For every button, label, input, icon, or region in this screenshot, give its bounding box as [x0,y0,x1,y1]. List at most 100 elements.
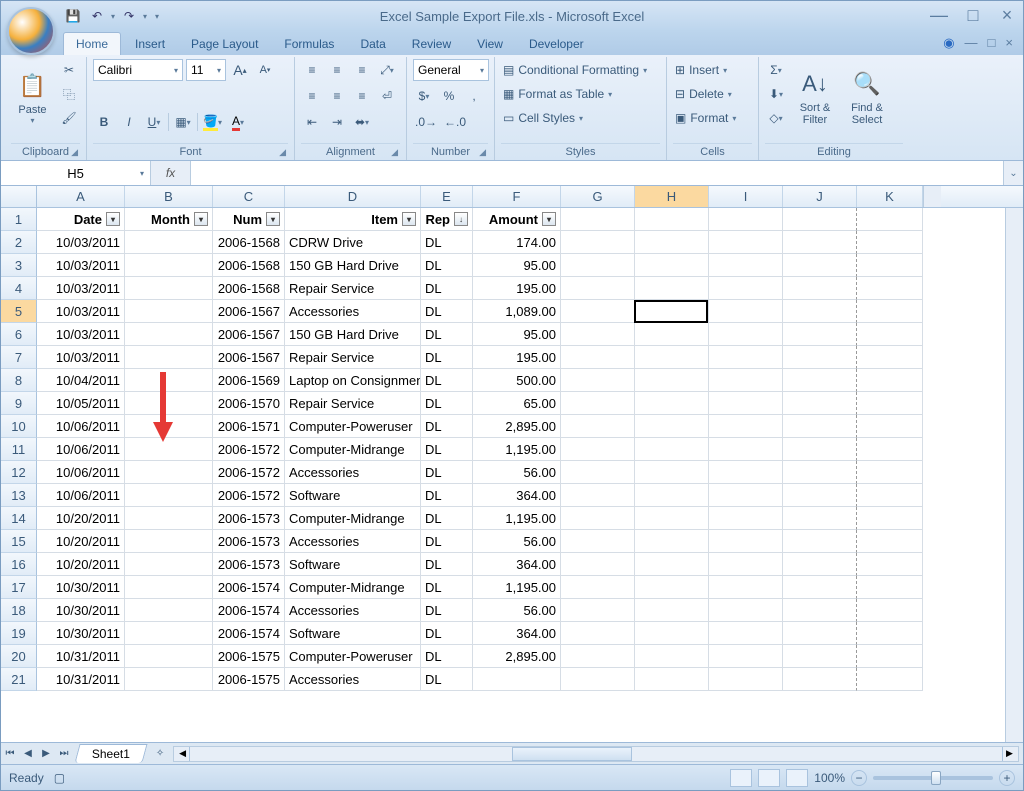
cell-I4[interactable] [709,277,783,300]
doc-restore[interactable]: □ [988,35,996,51]
maximize-button[interactable]: □ [963,5,983,26]
tab-developer[interactable]: Developer [517,33,596,55]
cell-G18[interactable] [561,599,635,622]
cell-H18[interactable] [635,599,709,622]
col-header-J[interactable]: J [783,186,857,207]
horizontal-scrollbar[interactable]: ◀▶ [173,746,1019,762]
cell-I16[interactable] [709,553,783,576]
row-header-12[interactable]: 12 [1,461,37,484]
row-header-11[interactable]: 11 [1,438,37,461]
cell-B9[interactable] [125,392,213,415]
cell-D13[interactable]: Software [285,484,421,507]
cell-J15[interactable] [783,530,857,553]
tab-view[interactable]: View [465,33,515,55]
cell-D1[interactable]: Item▾ [285,208,421,231]
cell-F1[interactable]: Amount▾ [473,208,561,231]
name-box[interactable]: H5▾ [1,161,151,185]
cell-A21[interactable]: 10/31/2011 [37,668,125,691]
cell-I5[interactable] [709,300,783,323]
underline-button[interactable]: U▾ [143,111,165,133]
cell-B1[interactable]: Month▾ [125,208,213,231]
cell-G6[interactable] [561,323,635,346]
cell-I18[interactable] [709,599,783,622]
cell-J3[interactable] [783,254,857,277]
cell-G4[interactable] [561,277,635,300]
align-left[interactable]: ≡ [301,85,323,107]
row-header-7[interactable]: 7 [1,346,37,369]
cell-C15[interactable]: 2006-1573 [213,530,285,553]
cell-J20[interactable] [783,645,857,668]
clipboard-dialog[interactable]: ◢ [71,147,78,158]
cell-B16[interactable] [125,553,213,576]
zoom-in[interactable]: + [999,770,1015,786]
col-header-F[interactable]: F [473,186,561,207]
cell-J12[interactable] [783,461,857,484]
sheet-nav-first[interactable]: ⏮ [1,745,19,763]
cell-J5[interactable] [783,300,857,323]
cell-H5[interactable] [635,300,709,323]
cell-B12[interactable] [125,461,213,484]
cell-J17[interactable] [783,576,857,599]
sheet-tab-sheet1[interactable]: Sheet1 [74,744,147,763]
expand-formula-bar[interactable]: ⌄ [1003,161,1023,185]
cell-A6[interactable]: 10/03/2011 [37,323,125,346]
col-header-D[interactable]: D [285,186,421,207]
cell-E7[interactable]: DL [421,346,473,369]
cell-K17[interactable] [857,576,923,599]
cell-J10[interactable] [783,415,857,438]
cell-B17[interactable] [125,576,213,599]
filter-item[interactable]: ▾ [402,212,416,226]
sheet-nav-next[interactable]: ▶ [37,745,55,763]
format-as-table[interactable]: ▦Format as Table▾ [501,83,614,105]
decrease-decimal[interactable]: ←.0 [442,111,468,133]
cell-D14[interactable]: Computer-Midrange [285,507,421,530]
filter-month[interactable]: ▾ [194,212,208,226]
cell-I19[interactable] [709,622,783,645]
cell-D21[interactable]: Accessories [285,668,421,691]
cell-H12[interactable] [635,461,709,484]
cell-A12[interactable]: 10/06/2011 [37,461,125,484]
cell-K6[interactable] [857,323,923,346]
orientation[interactable]: ⤢▾ [376,59,398,81]
align-middle[interactable]: ≡ [326,59,348,81]
cell-F3[interactable]: 95.00 [473,254,561,277]
cell-A11[interactable]: 10/06/2011 [37,438,125,461]
cell-H15[interactable] [635,530,709,553]
col-header-B[interactable]: B [125,186,213,207]
cell-E10[interactable]: DL [421,415,473,438]
cell-G12[interactable] [561,461,635,484]
cell-H9[interactable] [635,392,709,415]
cell-J18[interactable] [783,599,857,622]
cell-D10[interactable]: Computer-Poweruser [285,415,421,438]
cell-D18[interactable]: Accessories [285,599,421,622]
cell-G20[interactable] [561,645,635,668]
fill-color-button[interactable]: 🪣▾ [201,111,224,133]
cell-B13[interactable] [125,484,213,507]
tab-page-layout[interactable]: Page Layout [179,33,270,55]
cell-G2[interactable] [561,231,635,254]
cell-F10[interactable]: 2,895.00 [473,415,561,438]
sort-filter[interactable]: A↓ Sort & Filter [791,59,839,135]
cell-C4[interactable]: 2006-1568 [213,277,285,300]
cell-K8[interactable] [857,369,923,392]
cell-I9[interactable] [709,392,783,415]
row-header-18[interactable]: 18 [1,599,37,622]
row-header-6[interactable]: 6 [1,323,37,346]
cell-B8[interactable] [125,369,213,392]
fill[interactable]: ⬇▾ [765,83,787,105]
zoom-slider[interactable] [873,776,993,780]
cell-H2[interactable] [635,231,709,254]
cell-D3[interactable]: 150 GB Hard Drive [285,254,421,277]
formula-input[interactable] [191,161,1003,185]
cell-J19[interactable] [783,622,857,645]
cell-F16[interactable]: 364.00 [473,553,561,576]
col-header-A[interactable]: A [37,186,125,207]
cell-G9[interactable] [561,392,635,415]
cell-E20[interactable]: DL [421,645,473,668]
cell-J13[interactable] [783,484,857,507]
cell-K20[interactable] [857,645,923,668]
qat-redo[interactable]: ↷ [119,6,139,26]
cell-H1[interactable] [635,208,709,231]
cell-B7[interactable] [125,346,213,369]
cell-C14[interactable]: 2006-1573 [213,507,285,530]
